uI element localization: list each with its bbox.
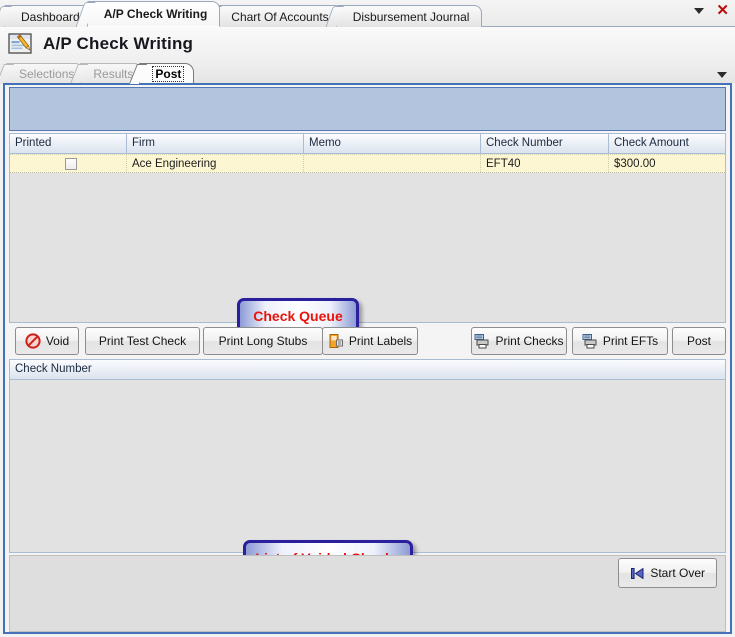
printed-checkbox-wrap bbox=[15, 158, 126, 170]
check-queue-grid[interactable]: Printed Firm Memo Check Number Check Amo… bbox=[9, 133, 726, 323]
page-header: A/P Check Writing bbox=[0, 27, 735, 61]
window-tab-label: A/P Check Writing bbox=[103, 7, 208, 21]
print-long-stubs-label: Print Long Stubs bbox=[218, 334, 308, 348]
window-tab-disbursement-journal[interactable]: Disbursement Journal bbox=[335, 5, 483, 27]
tab-overflow-caret-down-icon[interactable] bbox=[717, 72, 727, 78]
window-tab-ap-check-writing[interactable]: A/P Check Writing bbox=[86, 1, 221, 27]
tab-label: Results bbox=[93, 66, 134, 81]
footer-bar: Start Over bbox=[9, 555, 726, 632]
label-tag-icon bbox=[329, 334, 343, 348]
print-efts-button[interactable]: Print EFTs bbox=[572, 327, 668, 355]
voided-checks-grid-header: Check Number bbox=[10, 360, 725, 380]
no-entry-icon bbox=[25, 333, 41, 349]
start-over-label: Start Over bbox=[650, 566, 705, 580]
action-toolbar: Void Print Test Check Print Long Stubs P… bbox=[9, 325, 726, 357]
window-controls: ✕ bbox=[694, 3, 729, 18]
close-icon[interactable]: ✕ bbox=[716, 3, 729, 18]
print-checks-label: Print Checks bbox=[495, 334, 564, 348]
print-checks-button[interactable]: Print Checks bbox=[471, 327, 567, 355]
printer-icon bbox=[582, 334, 597, 349]
print-labels-button[interactable]: Print Labels bbox=[322, 327, 418, 355]
check-writing-icon bbox=[8, 33, 32, 54]
printer-icon bbox=[474, 334, 489, 349]
print-labels-label: Print Labels bbox=[348, 334, 413, 348]
voided-checks-grid[interactable]: Check Number bbox=[9, 359, 726, 553]
window-tab-chart-of-accounts[interactable]: Chart Of Accounts bbox=[214, 5, 342, 27]
void-button[interactable]: Void bbox=[15, 327, 79, 355]
tab-label: Selections bbox=[19, 66, 75, 81]
tab-label: Post bbox=[152, 65, 185, 82]
post-button-label: Post bbox=[686, 334, 711, 348]
column-header-printed[interactable]: Printed bbox=[10, 134, 127, 153]
banner-area bbox=[9, 87, 726, 131]
print-long-stubs-button[interactable]: Print Long Stubs bbox=[203, 327, 323, 355]
table-row[interactable]: Ace Engineering EFT40 $300.00 bbox=[10, 154, 725, 173]
print-efts-label: Print EFTs bbox=[602, 334, 659, 348]
cell-firm: Ace Engineering bbox=[127, 155, 304, 172]
print-test-check-label: Print Test Check bbox=[98, 334, 187, 348]
void-button-label: Void bbox=[45, 334, 70, 348]
cell-check-number: EFT40 bbox=[481, 155, 609, 172]
column-header-check-amount[interactable]: Check Amount bbox=[609, 134, 725, 153]
cell-check-amount: $300.00 bbox=[614, 158, 656, 170]
column-header-check-number[interactable]: Check Number bbox=[481, 134, 609, 153]
main-panel: Printed Firm Memo Check Number Check Amo… bbox=[3, 83, 732, 634]
application-window: Dashboard A/P Check Writing Chart Of Acc… bbox=[0, 0, 735, 637]
window-tab-label: Disbursement Journal bbox=[352, 9, 470, 24]
caret-down-icon[interactable] bbox=[694, 8, 705, 14]
column-header-memo[interactable]: Memo bbox=[304, 134, 481, 153]
start-over-button[interactable]: Start Over bbox=[618, 558, 717, 588]
print-test-check-button[interactable]: Print Test Check bbox=[85, 327, 200, 355]
post-button[interactable]: Post bbox=[672, 327, 726, 355]
column-header-check-number[interactable]: Check Number bbox=[10, 360, 725, 379]
window-tab-list: Dashboard A/P Check Writing Chart Of Acc… bbox=[4, 0, 483, 27]
window-tab-label: Dashboard bbox=[21, 9, 80, 24]
check-queue-grid-header: Printed Firm Memo Check Number Check Amo… bbox=[10, 134, 725, 154]
column-header-firm[interactable]: Firm bbox=[127, 134, 304, 153]
cell-printed bbox=[10, 155, 127, 172]
window-tab-label: Chart Of Accounts bbox=[231, 9, 329, 24]
cell-memo bbox=[304, 155, 481, 172]
printed-checkbox[interactable] bbox=[64, 158, 77, 170]
page-title: A/P Check Writing bbox=[43, 34, 194, 53]
inner-tab-bar: Selections Results Post bbox=[0, 61, 735, 83]
tab-post[interactable]: Post bbox=[139, 63, 195, 83]
skip-to-start-icon bbox=[631, 567, 644, 579]
window-tab-bar: Dashboard A/P Check Writing Chart Of Acc… bbox=[0, 0, 735, 27]
